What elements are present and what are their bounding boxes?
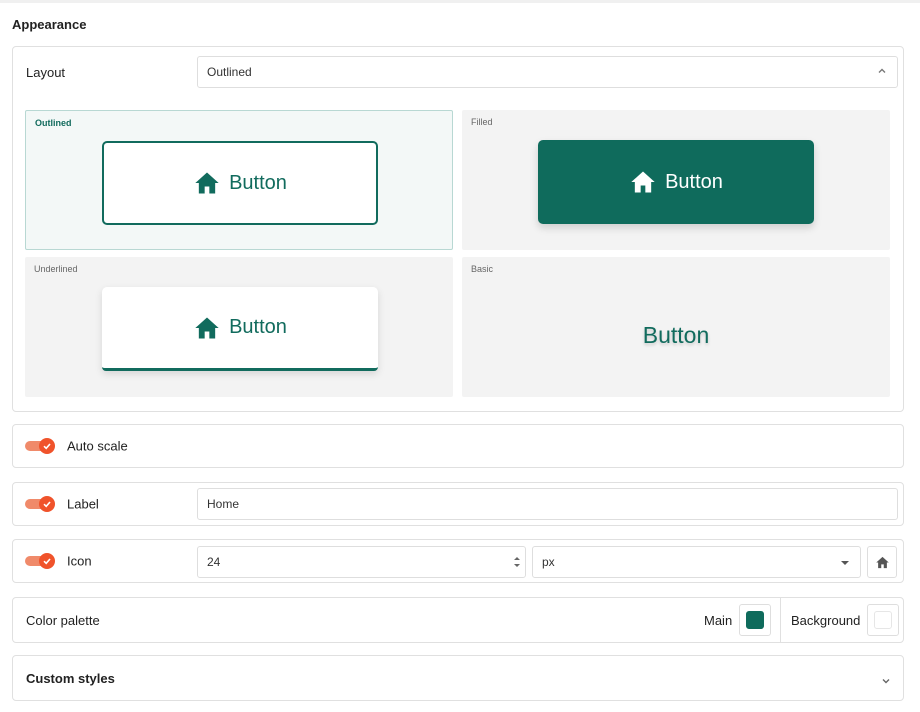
- preview-button-label: Button: [665, 170, 723, 193]
- preview-button-filled: Button: [538, 140, 814, 224]
- layout-option-underlined[interactable]: Underlined Button: [25, 257, 453, 397]
- spinner-icon[interactable]: [513, 555, 521, 572]
- icon-row-label: Icon: [67, 553, 92, 569]
- layout-option-filled[interactable]: Filled Button: [462, 110, 890, 250]
- home-icon: [195, 172, 219, 194]
- layout-option-label: Outlined: [35, 118, 72, 128]
- layout-option-label: Underlined: [34, 264, 78, 274]
- preview-button-basic: Button: [538, 293, 814, 377]
- layout-select-value: Outlined: [207, 65, 252, 79]
- check-icon: [39, 496, 55, 512]
- home-icon: [195, 317, 219, 338]
- main-color-picker[interactable]: [739, 604, 771, 636]
- divider: [780, 598, 781, 642]
- layout-label: Layout: [26, 65, 66, 80]
- preview-button-label: Button: [642, 321, 710, 348]
- check-icon: [39, 553, 55, 569]
- auto-scale-row: Auto scale: [12, 424, 904, 468]
- icon-row: Icon 24 px: [12, 539, 904, 583]
- caret-down-icon: [840, 555, 850, 569]
- color-palette-label: Color palette: [26, 613, 100, 628]
- background-color-label: Background: [791, 613, 861, 628]
- icon-size-value: 24: [207, 555, 221, 569]
- custom-styles-label: Custom styles: [26, 671, 115, 686]
- layout-select[interactable]: Outlined: [197, 56, 898, 88]
- background-color-swatch: [874, 611, 892, 629]
- icon-unit-value: px: [542, 555, 555, 569]
- custom-styles-row[interactable]: Custom styles: [12, 655, 904, 701]
- home-icon: [875, 556, 889, 568]
- layout-option-basic[interactable]: Basic Button: [462, 257, 890, 397]
- preview-button-label: Button: [229, 316, 287, 338]
- appearance-panel: Appearance Layout Outlined Outlined Butt…: [0, 0, 920, 712]
- label-input[interactable]: Home: [197, 488, 898, 520]
- preview-button-label: Button: [229, 171, 287, 194]
- color-palette-row: Color palette Main Background: [12, 597, 904, 643]
- check-icon: [39, 438, 55, 454]
- label-row-label: Label: [67, 496, 99, 512]
- icon-toggle[interactable]: [25, 553, 55, 569]
- home-icon: [631, 171, 655, 193]
- chevron-up-icon: [877, 65, 887, 79]
- label-row: Label Home: [12, 482, 904, 526]
- layout-option-label: Basic: [471, 264, 494, 274]
- main-color-label: Main: [704, 613, 733, 628]
- icon-unit-select[interactable]: px: [532, 546, 861, 578]
- icon-size-input[interactable]: 24: [197, 546, 526, 578]
- preview-button-outlined: Button: [102, 141, 378, 225]
- icon-picker-button[interactable]: [867, 546, 897, 578]
- layout-option-outlined[interactable]: Outlined Button: [25, 110, 453, 250]
- label-input-value: Home: [207, 497, 240, 511]
- label-toggle[interactable]: [25, 496, 55, 512]
- auto-scale-label: Auto scale: [67, 438, 128, 454]
- main-color-swatch: [746, 611, 764, 629]
- background-color-picker[interactable]: [867, 604, 899, 636]
- auto-scale-toggle[interactable]: [25, 438, 55, 454]
- section-title: Appearance: [12, 17, 87, 32]
- chevron-down-icon[interactable]: [881, 673, 891, 691]
- layout-card: Layout Outlined Outlined Button Filled B…: [12, 46, 904, 412]
- layout-option-label: Filled: [471, 117, 493, 127]
- preview-button-underlined: Button: [102, 287, 378, 371]
